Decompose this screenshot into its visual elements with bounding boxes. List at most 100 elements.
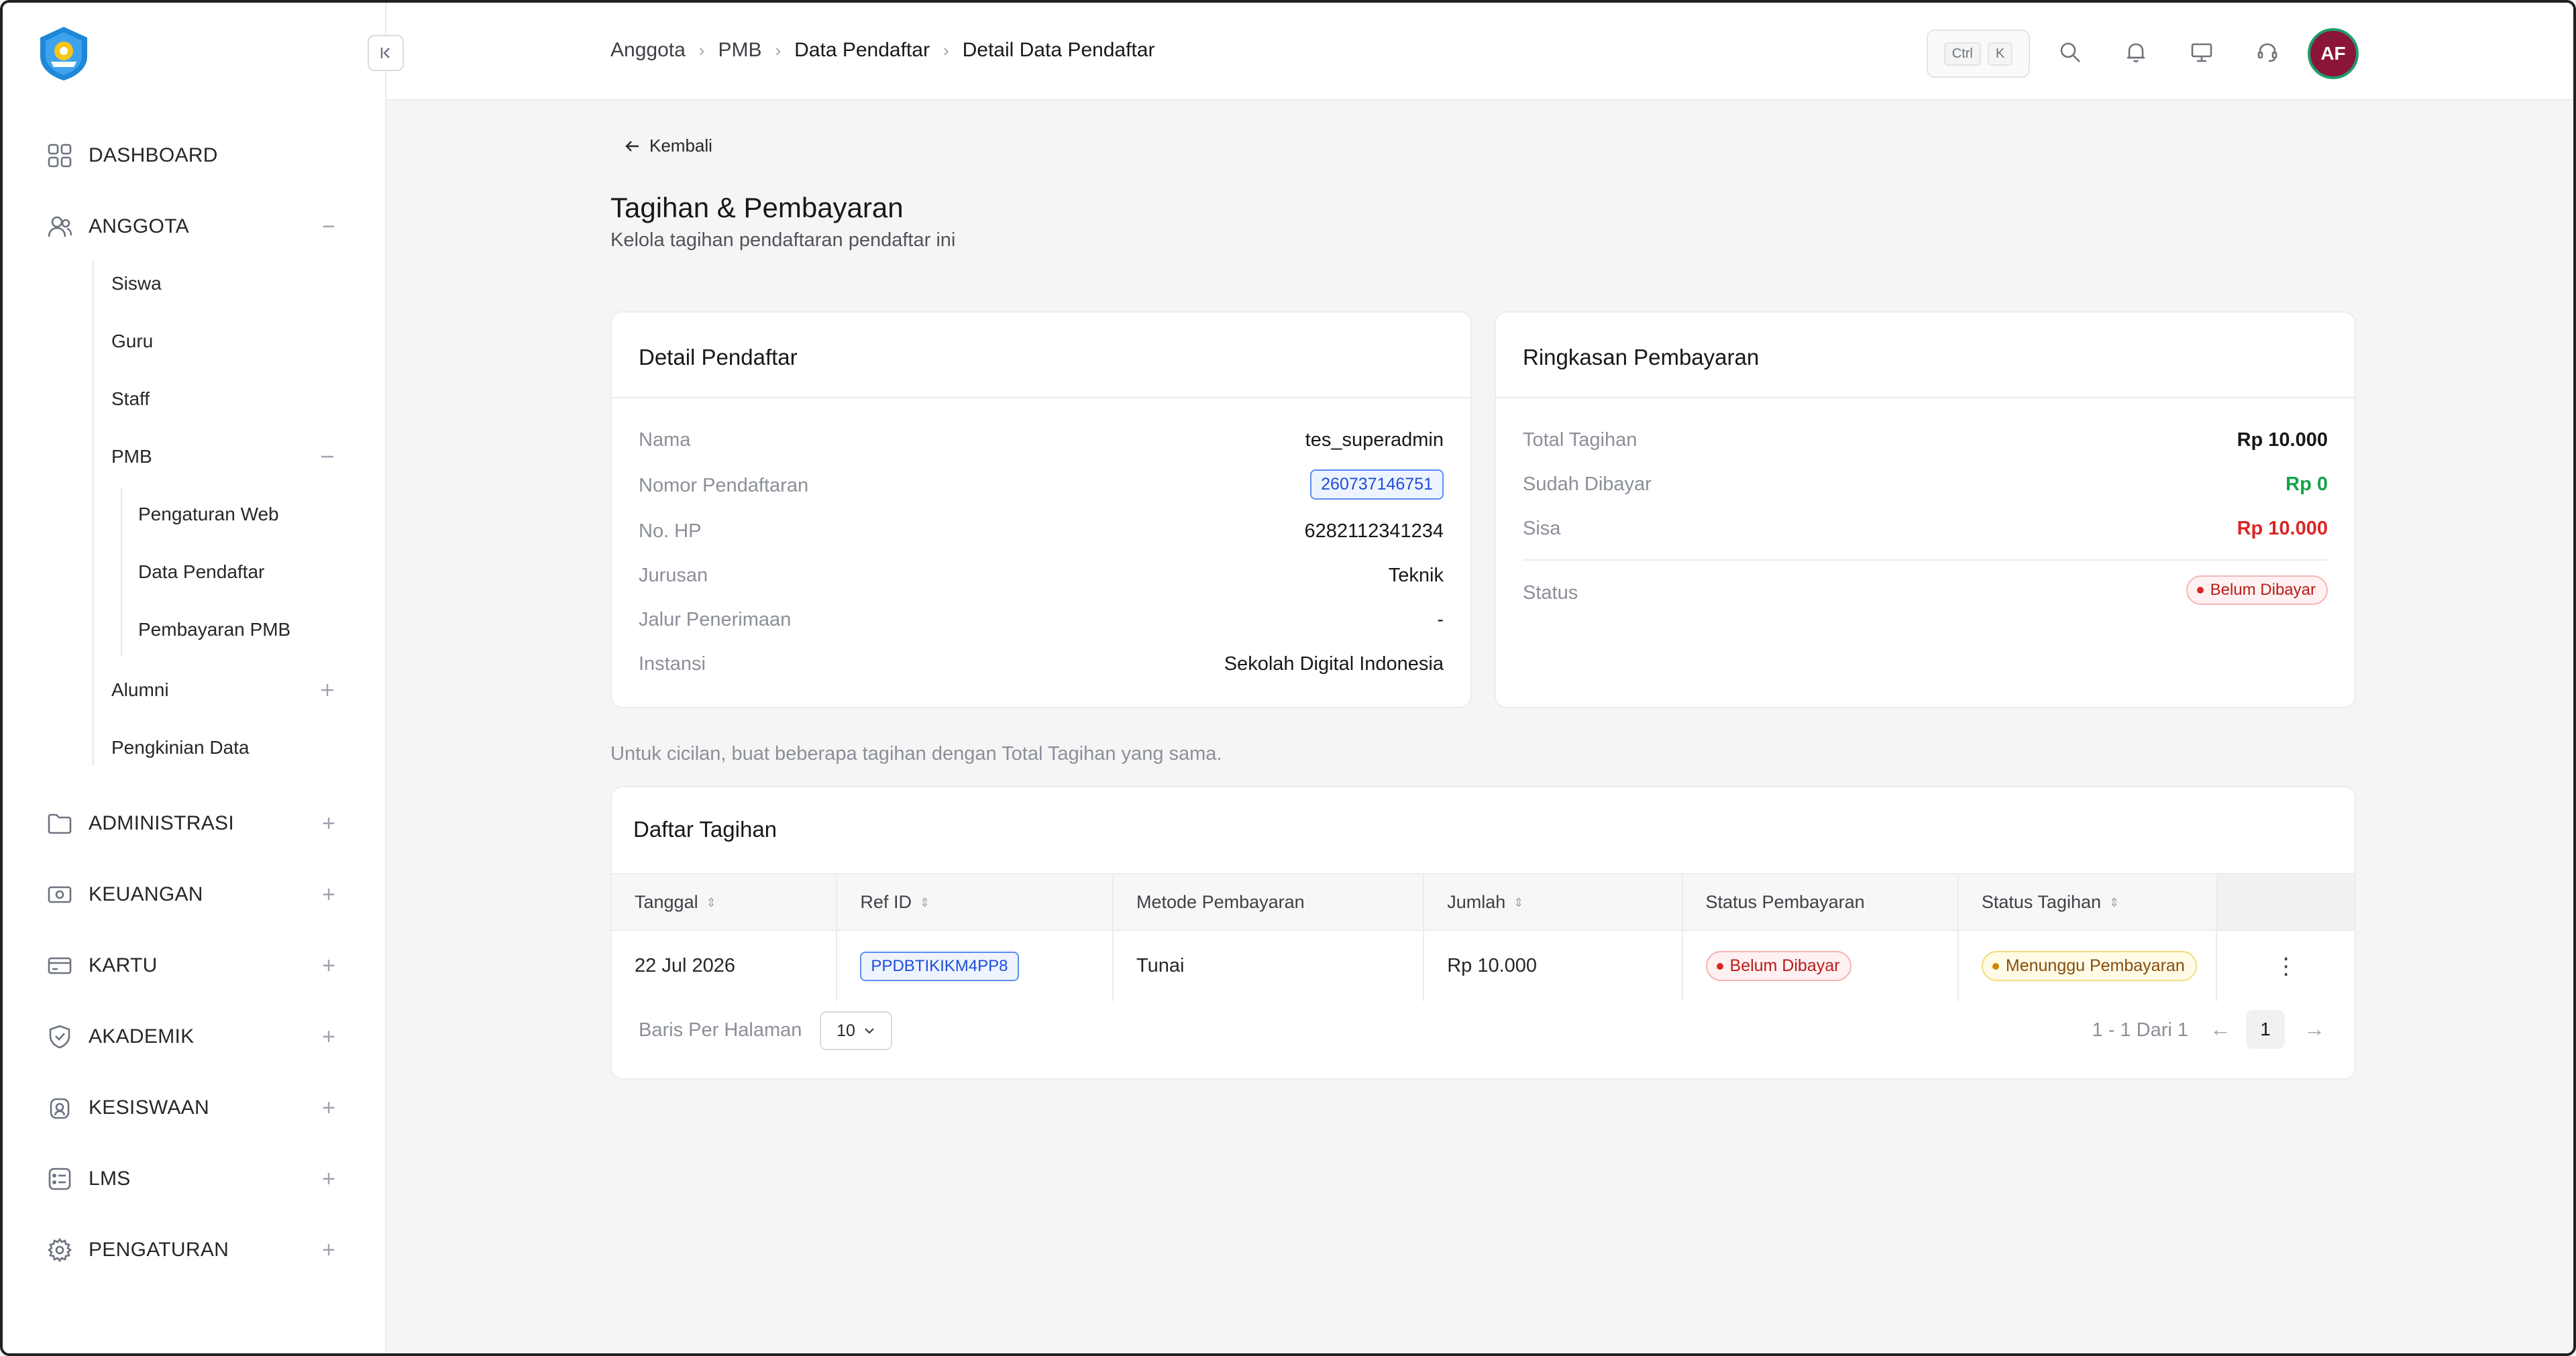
label-sudah-dibayar: Sudah Dibayar (1523, 473, 1652, 495)
status-badge-label: Belum Dibayar (2210, 581, 2316, 599)
sort-icon[interactable]: ⇕ (1513, 896, 1523, 910)
sort-icon[interactable]: ⇕ (706, 896, 716, 910)
support-icon[interactable] (2254, 39, 2281, 66)
submenu-guide-line (93, 260, 94, 766)
sort-icon[interactable]: ⇕ (920, 896, 930, 910)
next-page-button[interactable]: → (2304, 1017, 2325, 1041)
sidebar-item-pengaturan[interactable]: PENGATURAN + (46, 1230, 341, 1270)
sidebar-item-label: KESISWAAN (89, 1096, 209, 1119)
page-info: 1 - 1 Dari 1 (2092, 1019, 2188, 1041)
value-no-hp: 6282112341234 (1304, 520, 1444, 542)
bell-icon[interactable] (2123, 39, 2149, 66)
collapse-minus-icon[interactable] (315, 445, 339, 469)
app-logo[interactable] (35, 24, 93, 82)
col-label: Metode Pembayaran (1136, 891, 1305, 912)
command-palette-button[interactable]: Ctrl K (1927, 30, 2030, 78)
folder-icon (46, 809, 74, 838)
monitor-icon[interactable] (2188, 39, 2215, 66)
student-icon (46, 1094, 74, 1122)
search-icon[interactable] (2057, 39, 2084, 66)
collapse-minus-icon[interactable]: − (317, 214, 341, 239)
collapse-left-icon (380, 48, 390, 58)
breadcrumb-item-anggota[interactable]: Anggota (610, 39, 686, 62)
expand-plus-icon[interactable]: + (317, 953, 341, 978)
installment-note: Untuk cicilan, buat beberapa tagihan den… (610, 743, 1222, 765)
sidebar-item-label: ANGGOTA (89, 215, 189, 237)
label-instansi: Instansi (639, 653, 706, 675)
app-window: DASHBOARD ANGGOTA − Siswa Guru Staff PMB… (0, 0, 2576, 1356)
sidebar-subitem-guru[interactable]: Guru (111, 328, 153, 355)
sidebar-subitem-data-pendaftar[interactable]: Data Pendaftar (138, 559, 264, 585)
value-sisa: Rp 10.000 (2237, 518, 2328, 539)
sidebar-item-kesiswaan[interactable]: KESISWAAN + (46, 1088, 341, 1128)
breadcrumb-item-current: Detail Data Pendaftar (962, 39, 1155, 61)
chevron-down-icon (865, 1028, 874, 1034)
breadcrumb-item-data-pendaftar[interactable]: Data Pendaftar (794, 39, 930, 62)
registration-number-badge: 260737146751 (1310, 469, 1444, 500)
prev-page-button[interactable]: ← (2210, 1017, 2231, 1041)
row-actions-menu-icon[interactable]: ⋮ (2216, 930, 2355, 1001)
col-label: Tanggal (635, 891, 698, 912)
sidebar-item-label: LMS (89, 1168, 131, 1190)
page-subtitle: Kelola tagihan pendaftaran pendaftar ini (610, 229, 956, 251)
col-tanggal[interactable]: Tanggal ⇕ (612, 873, 838, 931)
sidebar-subitem-pengaturan-web[interactable]: Pengaturan Web (138, 501, 279, 528)
bills-table: Tanggal ⇕ Ref ID ⇕ Metode Pembayaran Jumla… (612, 873, 2355, 1001)
label-no-hp: No. HP (639, 520, 702, 542)
cell-method: Tunai (1113, 930, 1425, 1001)
status-badge: Belum Dibayar (2186, 575, 2328, 605)
sidebar-item-keuangan[interactable]: KEUANGAN + (46, 874, 341, 915)
detail-card: Detail Pendaftar Nama tes_superadmin Nom… (610, 311, 1472, 708)
sidebar-item-lms[interactable]: LMS + (46, 1159, 341, 1199)
col-status-tagihan[interactable]: Status Tagihan ⇕ (1957, 873, 2218, 931)
sidebar-item-administrasi[interactable]: ADMINISTRASI + (46, 803, 341, 844)
expand-plus-icon[interactable]: + (317, 1237, 341, 1263)
sidebar-subitem-pengkinian-data[interactable]: Pengkinian Data (111, 734, 249, 761)
col-label: Jumlah (1447, 891, 1506, 912)
divider (1496, 397, 2355, 398)
col-label: Status Pembayaran (1705, 891, 1865, 912)
expand-plus-icon[interactable]: + (317, 1166, 341, 1192)
expand-plus-icon[interactable] (315, 678, 339, 702)
card-icon (46, 952, 74, 980)
sidebar-item-label: KARTU (89, 954, 158, 976)
per-page-select[interactable]: 10 (820, 1011, 892, 1050)
sidebar-item-anggota[interactable]: ANGGOTA − (46, 207, 341, 247)
chevron-right-icon: › (943, 40, 949, 60)
sidebar-subitem-alumni[interactable]: Alumni (111, 677, 169, 703)
label-nama: Nama (639, 429, 691, 451)
sidebar-subitem-siswa[interactable]: Siswa (111, 270, 162, 297)
expand-plus-icon[interactable]: + (317, 1024, 341, 1050)
label-nomor-pendaftaran: Nomor Pendaftaran (639, 475, 809, 496)
expand-plus-icon[interactable]: + (317, 882, 341, 907)
back-link[interactable]: Kembali (624, 135, 712, 156)
breadcrumb-item-pmb[interactable]: PMB (718, 39, 761, 62)
table-row: 22 Jul 2026 PPDBTIKIKM4PP8 Tunai Rp 10.0… (612, 930, 2355, 1001)
ref-id-badge: PPDBTIKIKM4PP8 (860, 951, 1019, 981)
gear-icon (46, 1236, 74, 1264)
sidebar-item-akademik[interactable]: AKADEMIK + (46, 1017, 341, 1057)
cell-amount: Rp 10.000 (1424, 930, 1683, 1001)
col-label: Ref ID (860, 891, 912, 912)
per-page-label: Baris Per Halaman (639, 1019, 802, 1041)
badge-label: Menunggu Pembayaran (2005, 956, 2185, 975)
col-ref-id[interactable]: Ref ID ⇕ (837, 873, 1114, 931)
sidebar-collapse-button[interactable] (368, 35, 404, 71)
expand-plus-icon[interactable]: + (317, 811, 341, 836)
sidebar-item-kartu[interactable]: KARTU + (46, 946, 341, 986)
avatar[interactable]: AF (2308, 28, 2359, 79)
sidebar-item-dashboard[interactable]: DASHBOARD (46, 135, 341, 176)
sidebar-subitem-pembayaran-pmb[interactable]: Pembayaran PMB (138, 616, 290, 643)
page-1-button[interactable]: 1 (2246, 1010, 2285, 1049)
label-jalur-penerimaan: Jalur Penerimaan (639, 609, 792, 630)
badge-label: Belum Dibayar (1729, 956, 1840, 975)
expand-plus-icon[interactable]: + (317, 1095, 341, 1121)
breadcrumb: Anggota › PMB › Data Pendaftar › Detail … (610, 39, 1155, 62)
col-jumlah[interactable]: Jumlah ⇕ (1424, 873, 1683, 931)
label-sisa: Sisa (1523, 518, 1561, 539)
value-sudah-dibayar: Rp 0 (2286, 473, 2328, 495)
divider (1523, 559, 2328, 561)
sort-icon[interactable]: ⇕ (2109, 896, 2119, 910)
sidebar-subitem-pmb[interactable]: PMB (111, 443, 152, 470)
sidebar-subitem-staff[interactable]: Staff (111, 386, 150, 412)
